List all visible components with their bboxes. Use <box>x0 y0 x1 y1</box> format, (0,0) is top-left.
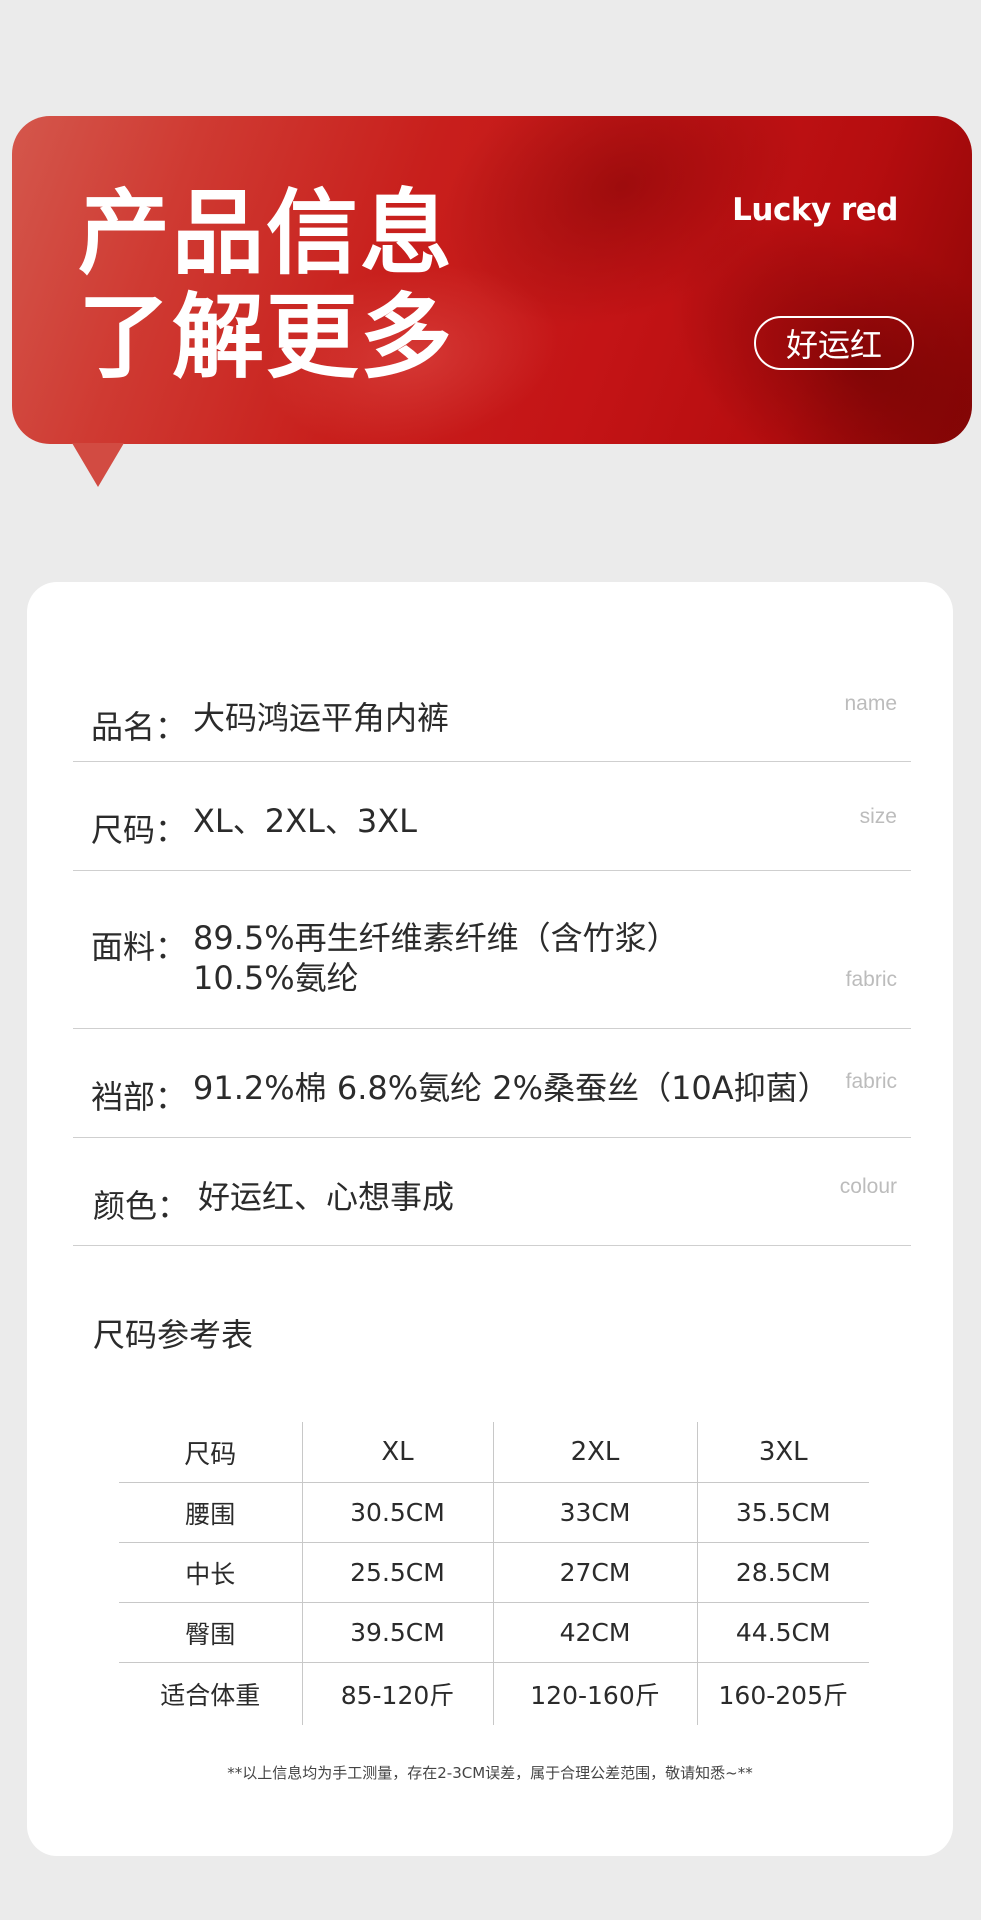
table-header-cell: XL <box>301 1422 493 1483</box>
table-header-row: 尺码 XL 2XL 3XL <box>119 1422 869 1483</box>
size-chart-title: 尺码参考表 <box>93 1316 254 1354</box>
table-header-cell: 3XL <box>696 1422 869 1483</box>
info-key: 面料： <box>91 928 188 966</box>
info-en-label: fabric <box>845 1070 897 1093</box>
measurement-note: **以上信息均为手工测量，存在2-3CM误差，属于合理公差范围，敬请知悉~** <box>227 1764 753 1782</box>
banner-english-label: Lucky red <box>732 192 898 228</box>
table-cell: 臀围 <box>119 1602 302 1663</box>
table-cell: 42CM <box>492 1602 697 1663</box>
info-row-fabric: 面料： 89.5%再生纤维素纤维（含竹浆） 10.5%氨纶 fabric <box>73 870 911 1029</box>
info-en-label: colour <box>839 1175 897 1198</box>
table-cell: 腰围 <box>119 1482 302 1543</box>
info-value: 大码鸿运平角内裤 <box>193 699 450 737</box>
info-key: 品名： <box>91 708 188 746</box>
info-value: 91.2%棉 6.8%氨纶 2%桑蚕丝（10A抑菌） <box>193 1069 830 1107</box>
table-row: 腰围 30.5CM 33CM 35.5CM <box>119 1482 869 1543</box>
table-cell: 44.5CM <box>696 1602 869 1663</box>
info-key: 颜色： <box>93 1187 190 1225</box>
table-row: 中长 25.5CM 27CM 28.5CM <box>119 1542 869 1603</box>
info-value: XL、2XL、3XL <box>193 802 417 840</box>
table-cell: 28.5CM <box>696 1542 869 1603</box>
info-en-label: size <box>859 805 897 828</box>
banner-title-line2: 了解更多 <box>78 284 455 391</box>
info-value: 好运红、心想事成 <box>198 1178 455 1216</box>
size-chart-table: 尺码 XL 2XL 3XL 腰围 30.5CM 33CM 35.5CM 中长 2… <box>119 1422 869 1725</box>
info-value-line2: 10.5%氨纶 <box>193 959 359 997</box>
table-cell: 适合体重 <box>160 1681 261 1710</box>
table-cell: 85-120斤 <box>301 1662 493 1725</box>
table-cell: 中长 <box>119 1542 302 1603</box>
table-cell: 120-160斤 <box>492 1662 697 1725</box>
table-cell: 35.5CM <box>696 1482 869 1543</box>
info-key: 裆部： <box>91 1078 188 1116</box>
table-cell: 160-205斤 <box>696 1662 869 1725</box>
info-row-size: 尺码： XL、2XL、3XL size <box>73 761 911 871</box>
table-header-cell: 尺码 <box>119 1422 302 1483</box>
table-cell: 25.5CM <box>301 1542 493 1603</box>
info-value: 89.5%再生纤维素纤维（含竹浆） <box>193 919 679 957</box>
table-cell: 27CM <box>492 1542 697 1603</box>
color-name-badge: 好运红 <box>754 316 914 370</box>
hero-banner: 产品信息 了解更多 Lucky red 好运红 <box>12 116 972 444</box>
table-header-cell: 2XL <box>492 1422 697 1483</box>
info-row-colour: 颜色： 好运红、心想事成 colour <box>73 1137 911 1246</box>
table-cell: 33CM <box>492 1482 697 1543</box>
info-row-crotch: 裆部： 91.2%棉 6.8%氨纶 2%桑蚕丝（10A抑菌） fabric <box>73 1028 911 1138</box>
table-cell: 39.5CM <box>301 1602 493 1663</box>
table-row: 适合体重 85-120斤 120-160斤 160-205斤 <box>119 1662 869 1725</box>
banner-title: 产品信息 了解更多 <box>78 182 454 390</box>
info-key: 尺码： <box>91 811 188 849</box>
speech-bubble-tail <box>72 443 124 487</box>
product-info-card: 品名： 大码鸿运平角内裤 name 尺码： XL、2XL、3XL size 面料… <box>27 582 953 1856</box>
info-row-name: 品名： 大码鸿运平角内裤 name <box>73 678 911 762</box>
banner-title-line1: 产品信息 <box>78 180 455 287</box>
info-en-label: name <box>844 692 897 715</box>
info-en-label: fabric <box>845 968 897 991</box>
table-cell: 30.5CM <box>301 1482 493 1543</box>
table-row: 臀围 39.5CM 42CM 44.5CM <box>119 1602 869 1663</box>
